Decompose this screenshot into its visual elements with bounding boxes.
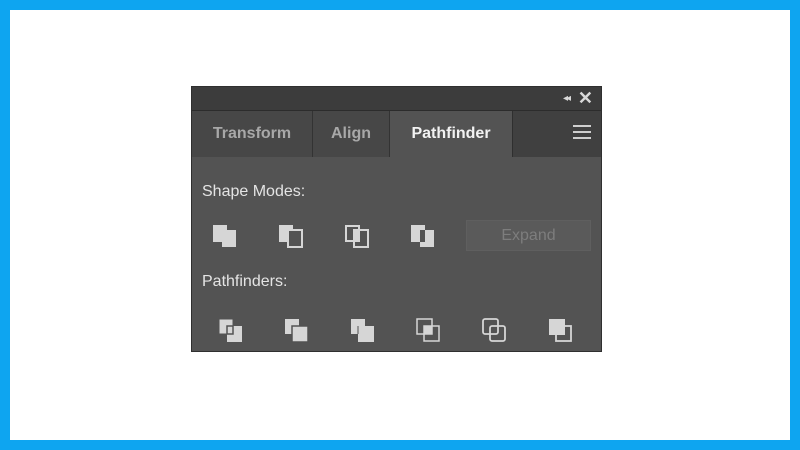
unite-icon[interactable] (208, 219, 242, 253)
crop-icon[interactable] (412, 314, 446, 348)
shape-modes-label: Shape Modes: (202, 183, 306, 200)
panel-titlebar[interactable]: ◂◂ ✕ (192, 87, 601, 111)
minus-front-icon[interactable] (274, 219, 308, 253)
double-chevron-left-icon[interactable]: ◂◂ (563, 87, 571, 110)
tab-align[interactable]: Align (313, 111, 390, 157)
panel-tab-bar: Transform Align Pathfinder (192, 111, 601, 157)
merge-icon[interactable] (346, 314, 380, 348)
minus-back-icon[interactable] (544, 314, 578, 348)
pathfinder-panel: ◂◂ ✕ Transform Align Pathfinder Shape Mo… (191, 86, 602, 352)
trim-icon[interactable] (280, 314, 314, 348)
divide-icon[interactable] (214, 314, 248, 348)
intersect-icon[interactable] (340, 219, 374, 253)
tab-transform[interactable]: Transform (192, 111, 313, 157)
expand-button[interactable]: Expand (466, 220, 591, 251)
close-icon[interactable]: ✕ (578, 87, 593, 110)
exclude-icon[interactable] (406, 219, 440, 253)
outline-icon[interactable] (478, 314, 512, 348)
pathfinders-label: Pathfinders: (202, 273, 288, 290)
hamburger-menu-icon[interactable] (573, 125, 591, 143)
tab-pathfinder[interactable]: Pathfinder (390, 111, 513, 157)
